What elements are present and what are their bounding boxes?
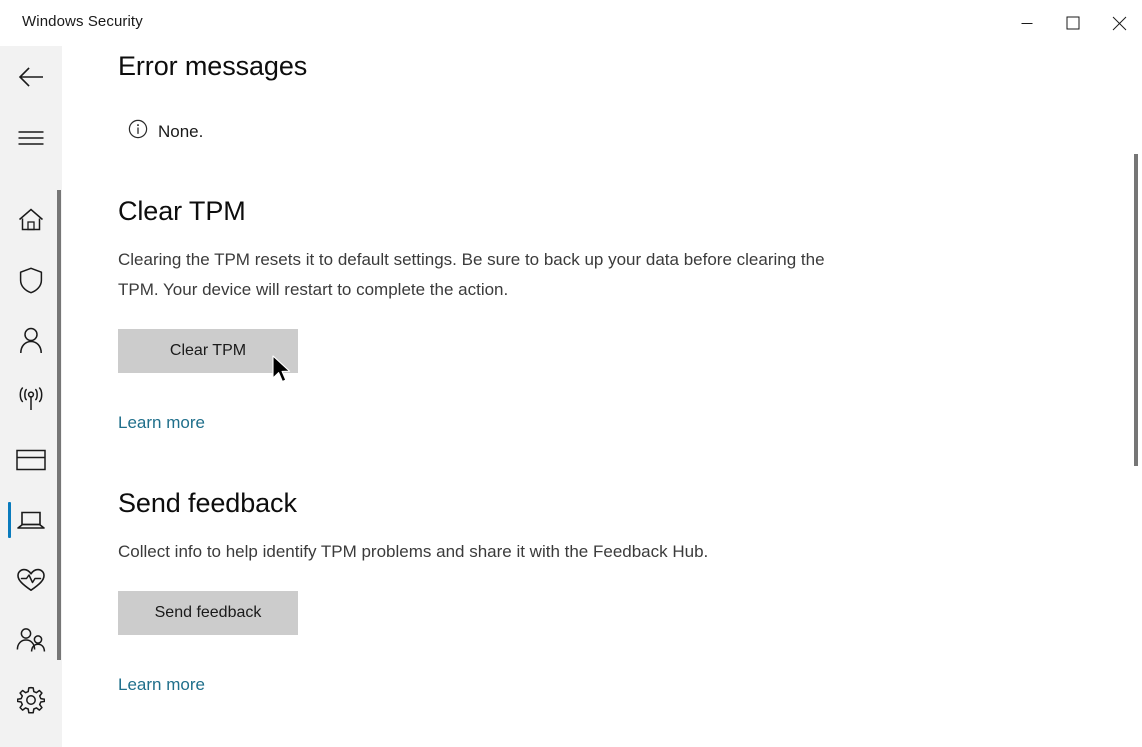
maximize-icon <box>1066 16 1080 30</box>
rail-scrollbar-thumb[interactable] <box>57 190 61 660</box>
close-button[interactable] <box>1096 0 1142 46</box>
send-feedback-description: Collect info to help identify TPM proble… <box>118 541 709 561</box>
title-bar: Windows Security <box>0 0 1142 46</box>
clear-tpm-button[interactable]: Clear TPM <box>118 328 298 373</box>
content-scrollbar[interactable] <box>1126 46 1142 747</box>
firewall-signal-icon <box>16 387 46 413</box>
shield-icon <box>19 267 43 294</box>
laptop-icon <box>16 508 46 532</box>
gear-icon <box>17 686 45 714</box>
send-feedback-button[interactable]: Send feedback <box>118 590 298 635</box>
send-feedback-section: Send feedback Collect info to help ident… <box>118 488 863 695</box>
sidebar-item-account-protection[interactable] <box>0 310 62 370</box>
sidebar-item-home[interactable] <box>0 190 62 250</box>
rail-scrollbar[interactable] <box>56 46 62 747</box>
close-icon <box>1112 16 1127 31</box>
sidebar-item-family-options[interactable] <box>0 610 62 670</box>
sidebar-item-firewall-network-protection[interactable] <box>0 370 62 430</box>
send-feedback-learn-more-link[interactable]: Learn more <box>118 675 205 694</box>
sidebar-item-device-security[interactable] <box>0 490 62 550</box>
back-button[interactable] <box>0 46 62 108</box>
info-icon <box>128 119 148 144</box>
clear-tpm-heading: Clear TPM <box>118 196 246 226</box>
navigation-rail <box>0 46 62 747</box>
hamburger-icon <box>18 130 44 146</box>
family-icon <box>15 627 47 653</box>
error-messages-status-text: None. <box>158 122 204 141</box>
minimize-button[interactable] <box>1004 0 1050 46</box>
send-feedback-heading: Send feedback <box>118 488 297 518</box>
heart-pulse-icon <box>16 567 46 593</box>
minimize-icon <box>1021 17 1033 29</box>
error-messages-status-row: None. <box>128 119 203 144</box>
sidebar-item-app-browser-control[interactable] <box>0 430 62 490</box>
error-messages-section: Error messages <box>118 51 308 82</box>
back-arrow-icon <box>17 66 45 88</box>
main-content: Error messages None. Clear TPM Clearing … <box>62 46 1142 747</box>
clear-tpm-learn-more-link[interactable]: Learn more <box>118 413 205 432</box>
person-icon <box>19 327 43 354</box>
window-title: Windows Security <box>22 13 143 30</box>
app-browser-icon <box>16 448 46 472</box>
content-scrollbar-thumb[interactable] <box>1134 154 1138 466</box>
hamburger-menu-button[interactable] <box>0 108 62 168</box>
windows-security-window: Windows Security Error messages None. Cl… <box>0 0 1142 747</box>
clear-tpm-description: Clearing the TPM resets it to default se… <box>118 249 825 299</box>
rail-nav-items <box>0 190 62 730</box>
clear-tpm-section: Clear TPM Clearing the TPM resets it to … <box>118 196 863 433</box>
error-messages-heading: Error messages <box>118 51 308 81</box>
maximize-button[interactable] <box>1050 0 1096 46</box>
rail-top-actions <box>0 46 62 168</box>
sidebar-item-device-performance-health[interactable] <box>0 550 62 610</box>
sidebar-item-virus-threat-protection[interactable] <box>0 250 62 310</box>
sidebar-item-settings[interactable] <box>0 670 62 730</box>
home-icon <box>18 208 44 232</box>
window-controls <box>1004 0 1142 46</box>
